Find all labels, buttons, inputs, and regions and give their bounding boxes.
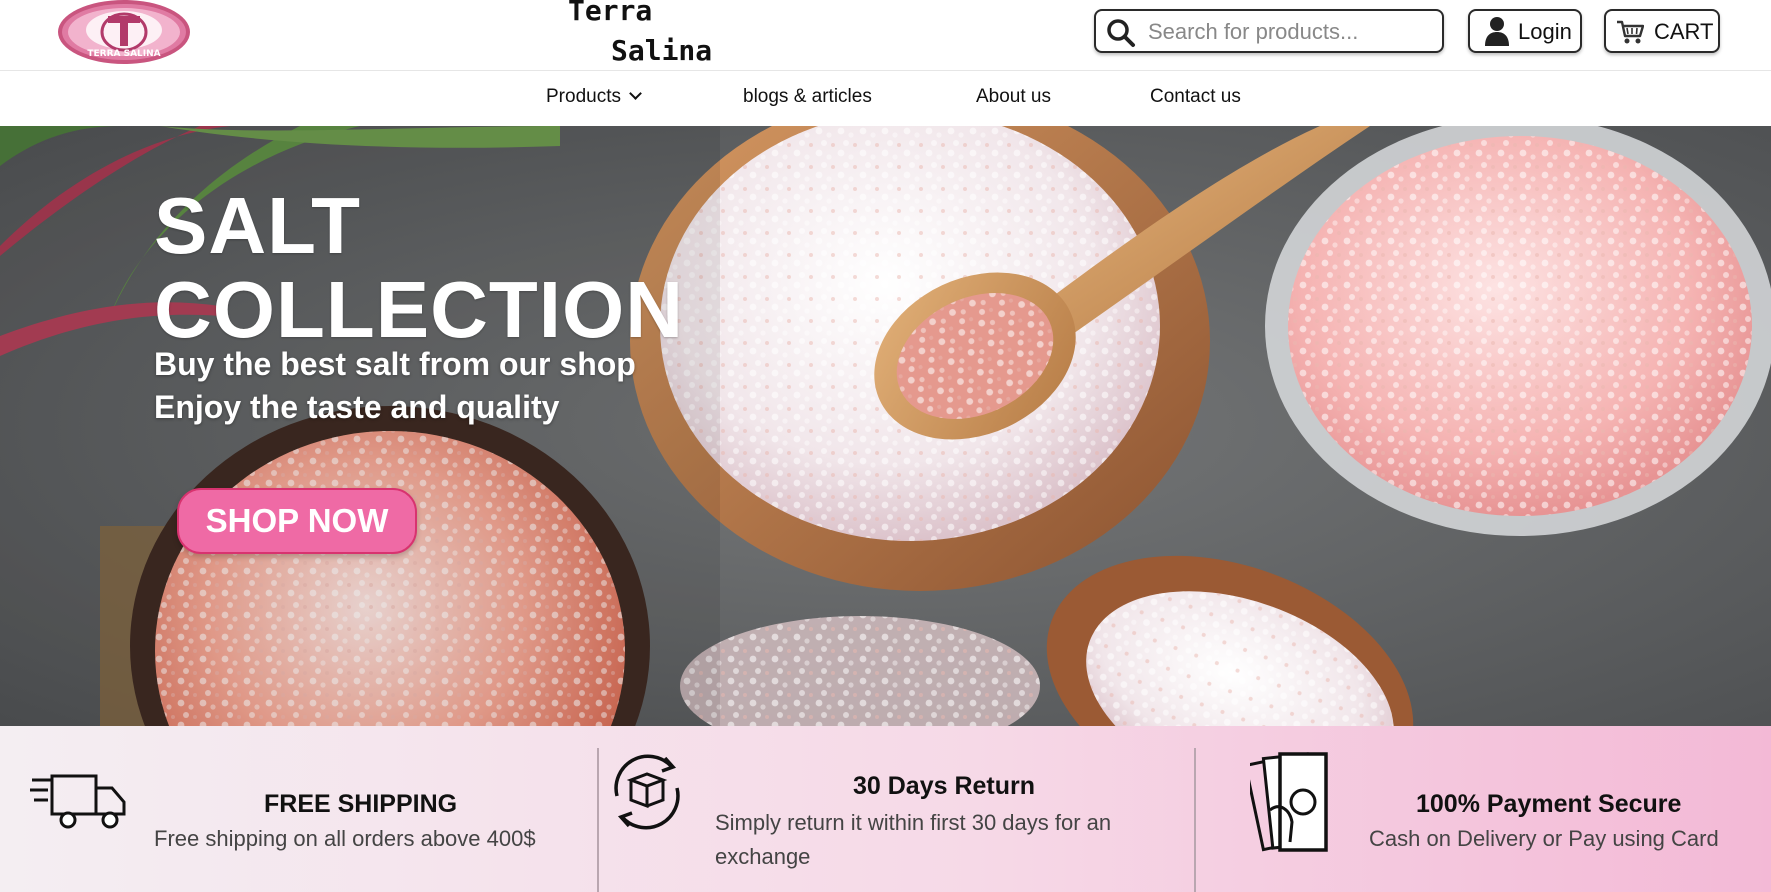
nav-item-blogs[interactable]: blogs & articles <box>743 86 872 108</box>
feature-description: Free shipping on all orders above 400$ <box>154 826 536 851</box>
logo[interactable]: TERRA SALINA <box>56 0 192 66</box>
feature-description: Cash on Delivery or Pay using Card <box>1369 826 1719 851</box>
nav-item-about[interactable]: About us <box>976 86 1051 108</box>
nav-item-contact[interactable]: Contact us <box>1150 86 1241 108</box>
hero-title-line-2: COLLECTION <box>154 265 684 354</box>
brand-line-1: Terra <box>568 0 653 27</box>
cart-button[interactable]: CART <box>1604 9 1720 53</box>
divider <box>597 748 599 892</box>
hero-title: SALT COLLECTION <box>154 184 684 352</box>
feature-payment-secure: 100% Payment Secure Cash on Delivery or … <box>1194 726 1771 892</box>
shop-now-button[interactable]: SHOP NOW <box>177 488 417 554</box>
feature-30-days-return: 30 Days Return Simply return it within f… <box>597 726 1197 892</box>
cart-label: CART <box>1654 19 1714 44</box>
hero-subtitle-line-2: Enjoy the taste and quality <box>154 389 560 425</box>
page: TERRA SALINA Terra Salina Login <box>0 0 1771 892</box>
search-box[interactable] <box>1094 9 1444 53</box>
brand-line-2: Salina <box>611 34 713 67</box>
search-icon[interactable] <box>1106 18 1136 48</box>
login-label: Login <box>1518 19 1572 44</box>
nav-item-label: Products <box>546 86 621 107</box>
login-button[interactable]: Login <box>1468 9 1582 53</box>
user-icon <box>1485 17 1509 46</box>
feature-free-shipping: FREE SHIPPING Free shipping on all order… <box>0 726 600 892</box>
truck-icon <box>30 774 126 829</box>
feature-title: 30 Days Return <box>853 772 1036 800</box>
features-strip: FREE SHIPPING Free shipping on all order… <box>0 726 1771 892</box>
cart-icon <box>1617 20 1644 44</box>
box-return-icon <box>614 754 680 830</box>
logo-badge-icon: TERRA SALINA <box>58 0 190 64</box>
brand-name[interactable]: Terra Salina <box>568 0 768 74</box>
header-bar: TERRA SALINA Terra Salina Login <box>0 0 1771 71</box>
search-input[interactable] <box>1146 15 1430 49</box>
feature-title: FREE SHIPPING <box>264 790 458 818</box>
hero-subtitle-line-1: Buy the best salt from our shop <box>154 346 636 382</box>
cash-payment-icon <box>1250 752 1328 852</box>
nav-item-products[interactable]: Products <box>546 86 642 108</box>
hero-banner: SALT COLLECTION Buy the best salt from o… <box>0 126 1771 726</box>
feature-title: 100% Payment Secure <box>1416 790 1682 818</box>
logo-text: TERRA SALINA <box>87 49 160 59</box>
chevron-down-icon <box>629 87 642 100</box>
divider <box>1194 748 1196 892</box>
main-nav: Products blogs & articles About us Conta… <box>0 71 1771 126</box>
hero-title-line-1: SALT <box>154 181 361 270</box>
feature-description: Simply return it within first 30 days fo… <box>715 810 1112 869</box>
